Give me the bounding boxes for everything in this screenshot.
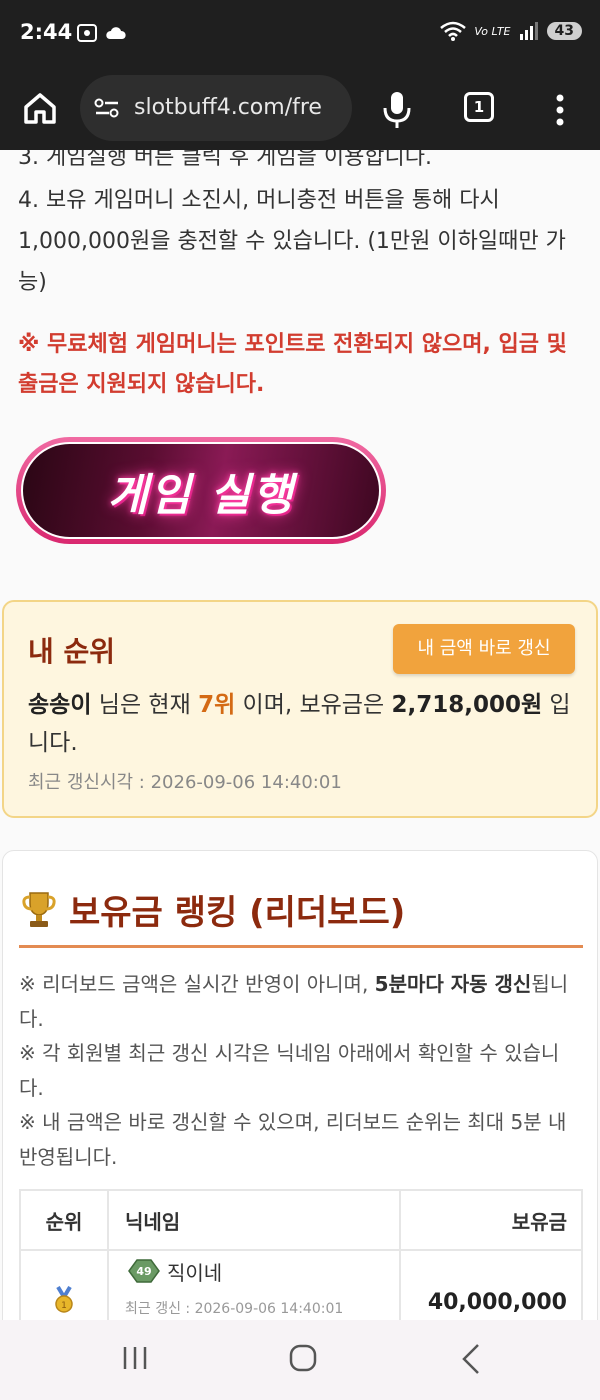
game-launch-button-face[interactable]: 게임 실행 [21,442,381,539]
status-bar: 2:44 Vo LTE 43 [0,0,600,68]
rank-text-b: 이며, 보유금은 [235,692,392,718]
wifi-icon [440,21,467,41]
cloud-chat-icon [106,27,126,39]
level-badge-icon: 49 [128,1259,160,1283]
warning-text: ※ 무료체험 게임머니는 포인트로 전환되지 않으며, 입금 및 출금은 지원되… [18,332,567,397]
recent-apps-icon[interactable] [121,1344,149,1372]
more-menu-icon[interactable] [548,90,572,130]
row-nickname-text: 직이네 [167,1260,223,1285]
note-2: ※ 각 회원별 최근 갱신 시각은 닉네임 아래에서 확인할 수 있습니다. [19,1041,560,1100]
my-rank-updated: 최근 갱신시각 : 2026-09-06 14:40:01 [28,768,342,794]
leaderboard-title: 보유금 랭킹 (리더보드) [21,885,405,934]
address-bar[interactable]: slotbuff4.com/fre [80,75,352,141]
notification-icons [76,22,128,43]
table-row: 1 49 직이네 최근 갱신 : 2026-09-06 14:40:01 40,… [19,1249,583,1320]
nav-home-icon[interactable] [288,1343,318,1373]
row-balance: 40,000,000 [427,1289,567,1315]
status-time: 2:44 [20,20,73,44]
svg-text:1: 1 [61,1301,67,1311]
row-balance-cell: 40,000,000 [399,1249,583,1320]
col-header-rank: 순위 [19,1189,109,1251]
my-rank-summary: 송송이 님은 현재 7위 이며, 보유금은 2,718,000원 입니다. [28,686,578,762]
page-content: 3. 게임실행 버튼 클릭 후 게임을 이용합니다. 4. 보유 게임머니 소진… [0,150,600,1320]
game-launch-button[interactable]: 게임 실행 [16,437,386,544]
updated-label: 최근 갱신시각 : [28,772,151,793]
back-icon[interactable] [460,1342,482,1376]
instruction-line-3: 3. 게임실행 버튼 클릭 후 게임을 이용합니다. [18,150,433,170]
row-nickname: 49 직이네 [125,1257,399,1286]
leaderboard-table: 순위 닉네임 보유금 1 49 직이네 최근 갱신 : 2026-09-06 1… [19,1189,583,1320]
level-badge-number: 49 [136,1265,151,1278]
note-1-bold: 5분마다 자동 갱신 [374,972,532,996]
updated-time: 2026-09-06 14:40:01 [150,772,342,793]
note-3: ※ 내 금액은 바로 갱신할 수 있으며, 리더보드 순위는 최대 5분 내 반… [19,1110,567,1169]
url-text[interactable]: slotbuff4.com/fre [134,95,342,120]
instruction-line-4: 4. 보유 게임머니 소진시, 머니충전 버튼을 통해 다시 1,000,000… [18,188,566,295]
leaderboard-card: 보유금 랭킹 (리더보드) ※ 리더보드 금액은 실시간 반영이 아니며, 5분… [2,850,598,1320]
status-right: Vo LTE 43 [440,21,582,41]
microphone-icon[interactable] [380,90,414,130]
signal-icon [519,22,538,40]
home-icon[interactable] [20,88,60,128]
my-rank-title: 내 순위 [28,635,116,668]
title-divider [19,945,583,948]
battery-icon: 43 [546,22,582,40]
network-label: Vo LTE [474,24,511,38]
note-1: ※ 리더보드 금액은 실시간 반영이 아니며, 5분마다 자동 갱신됩니다. [19,967,584,1036]
game-launch-label: 게임 실행 [107,469,295,521]
tab-switcher-button[interactable]: 1 [464,92,494,122]
my-balance: 2,718,000원 [391,692,543,718]
leaderboard-title-text: 보유금 랭킹 (리더보드) [69,893,406,933]
browser-toolbar: slotbuff4.com/fre 1 [0,68,600,150]
row-rank-cell: 1 [19,1249,109,1320]
trophy-icon [22,891,56,927]
col-header-nickname: 닉네임 [107,1189,401,1251]
screenshot-icon [77,24,97,42]
col-header-balance: 보유금 [399,1189,583,1251]
gold-medal-icon: 1 [55,1285,73,1313]
leaderboard-notes: ※ 리더보드 금액은 실시간 반영이 아니며, 5분마다 자동 갱신됩니다. ※… [19,967,584,1174]
my-nickname: 송송이 [28,692,92,718]
my-rank-card: 내 순위 내 금액 바로 갱신 송송이 님은 현재 7위 이며, 보유금은 2,… [2,600,598,818]
refresh-balance-button[interactable]: 내 금액 바로 갱신 [393,624,575,674]
site-settings-icon[interactable] [94,97,120,119]
my-rank-value: 7위 [198,692,236,718]
table-header-row: 순위 닉네임 보유금 [19,1189,583,1251]
row-updated-time: 최근 갱신 : 2026-09-06 14:40:01 [125,1300,344,1317]
row-nickname-cell: 49 직이네 최근 갱신 : 2026-09-06 14:40:01 [107,1249,401,1320]
rank-text-a: 님은 현재 [91,692,199,718]
system-nav-bar [0,1320,600,1400]
note-1-a: ※ 리더보드 금액은 실시간 반영이 아니며, [19,972,375,996]
